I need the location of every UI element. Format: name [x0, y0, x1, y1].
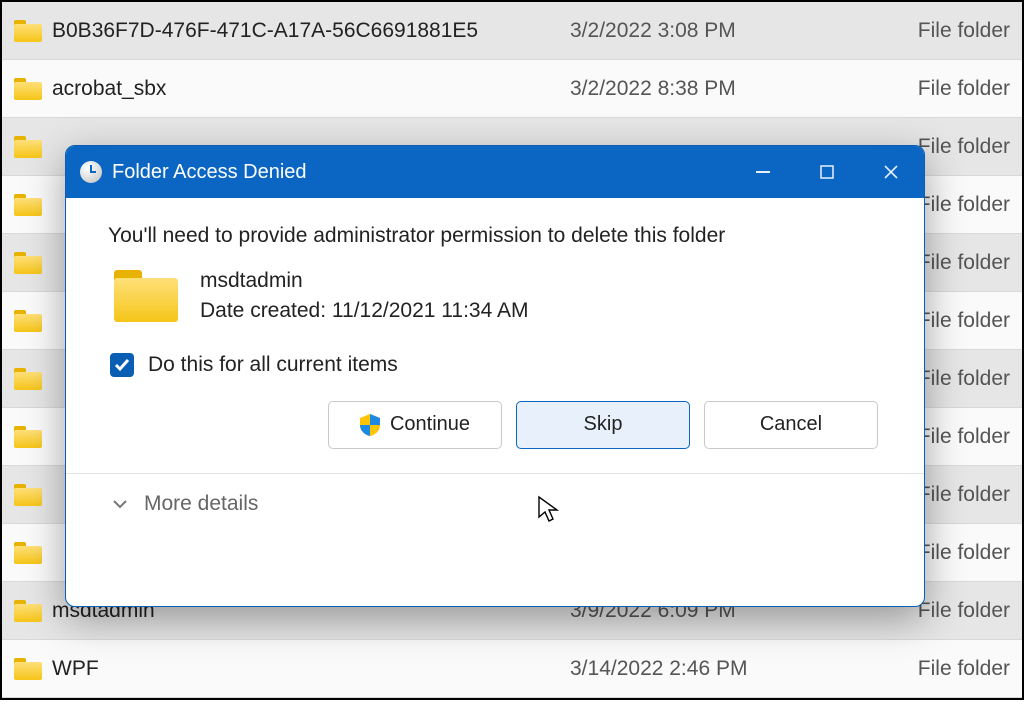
file-type: File folder: [880, 657, 1010, 681]
clock-icon: [80, 161, 102, 183]
access-denied-dialog: Folder Access Denied You'll need to prov…: [65, 145, 925, 607]
folder-icon: [14, 194, 42, 216]
folder-icon: [14, 542, 42, 564]
folder-icon: [14, 600, 42, 622]
file-type: File folder: [880, 19, 1010, 43]
target-item-date: Date created: 11/12/2021 11:34 AM: [200, 296, 528, 326]
file-name: acrobat_sbx: [52, 77, 166, 101]
dialog-titlebar[interactable]: Folder Access Denied: [66, 146, 924, 198]
uac-shield-icon: [360, 414, 380, 436]
table-row[interactable]: B0B36F7D-476F-471C-A17A-56C6691881E5 3/2/…: [2, 2, 1022, 60]
cancel-button[interactable]: Cancel: [704, 401, 878, 449]
file-date: 3/2/2022 8:38 PM: [570, 77, 880, 101]
table-row[interactable]: WPF 3/14/2022 2:46 PMFile folder: [2, 640, 1022, 698]
minimize-button[interactable]: [736, 146, 790, 198]
target-item: msdtadmin Date created: 11/12/2021 11:34…: [114, 266, 882, 327]
close-button[interactable]: [864, 146, 918, 198]
folder-icon: [14, 658, 42, 680]
chevron-down-icon: [112, 496, 128, 512]
folder-icon: [14, 484, 42, 506]
skip-button[interactable]: Skip: [516, 401, 690, 449]
continue-button[interactable]: Continue: [328, 401, 502, 449]
folder-icon: [14, 310, 42, 332]
more-details-toggle[interactable]: More details: [66, 474, 924, 516]
apply-all-checkbox[interactable]: [110, 353, 134, 377]
folder-icon: [14, 78, 42, 100]
table-row[interactable]: acrobat_sbx 3/2/2022 8:38 PMFile folder: [2, 60, 1022, 118]
apply-all-label: Do this for all current items: [148, 353, 398, 377]
file-name: B0B36F7D-476F-471C-A17A-56C6691881E5: [52, 19, 478, 43]
folder-icon: [14, 136, 42, 158]
folder-icon: [14, 368, 42, 390]
file-type: File folder: [880, 77, 1010, 101]
file-date: 3/2/2022 3:08 PM: [570, 19, 880, 43]
target-item-name: msdtadmin: [200, 266, 528, 296]
file-date: 3/14/2022 2:46 PM: [570, 657, 880, 681]
folder-icon: [14, 20, 42, 42]
dialog-title: Folder Access Denied: [112, 161, 726, 184]
folder-icon: [14, 426, 42, 448]
file-name: WPF: [52, 657, 99, 681]
folder-icon: [14, 252, 42, 274]
dialog-message: You'll need to provide administrator per…: [108, 224, 882, 248]
maximize-button[interactable]: [800, 146, 854, 198]
folder-icon: [114, 270, 178, 322]
